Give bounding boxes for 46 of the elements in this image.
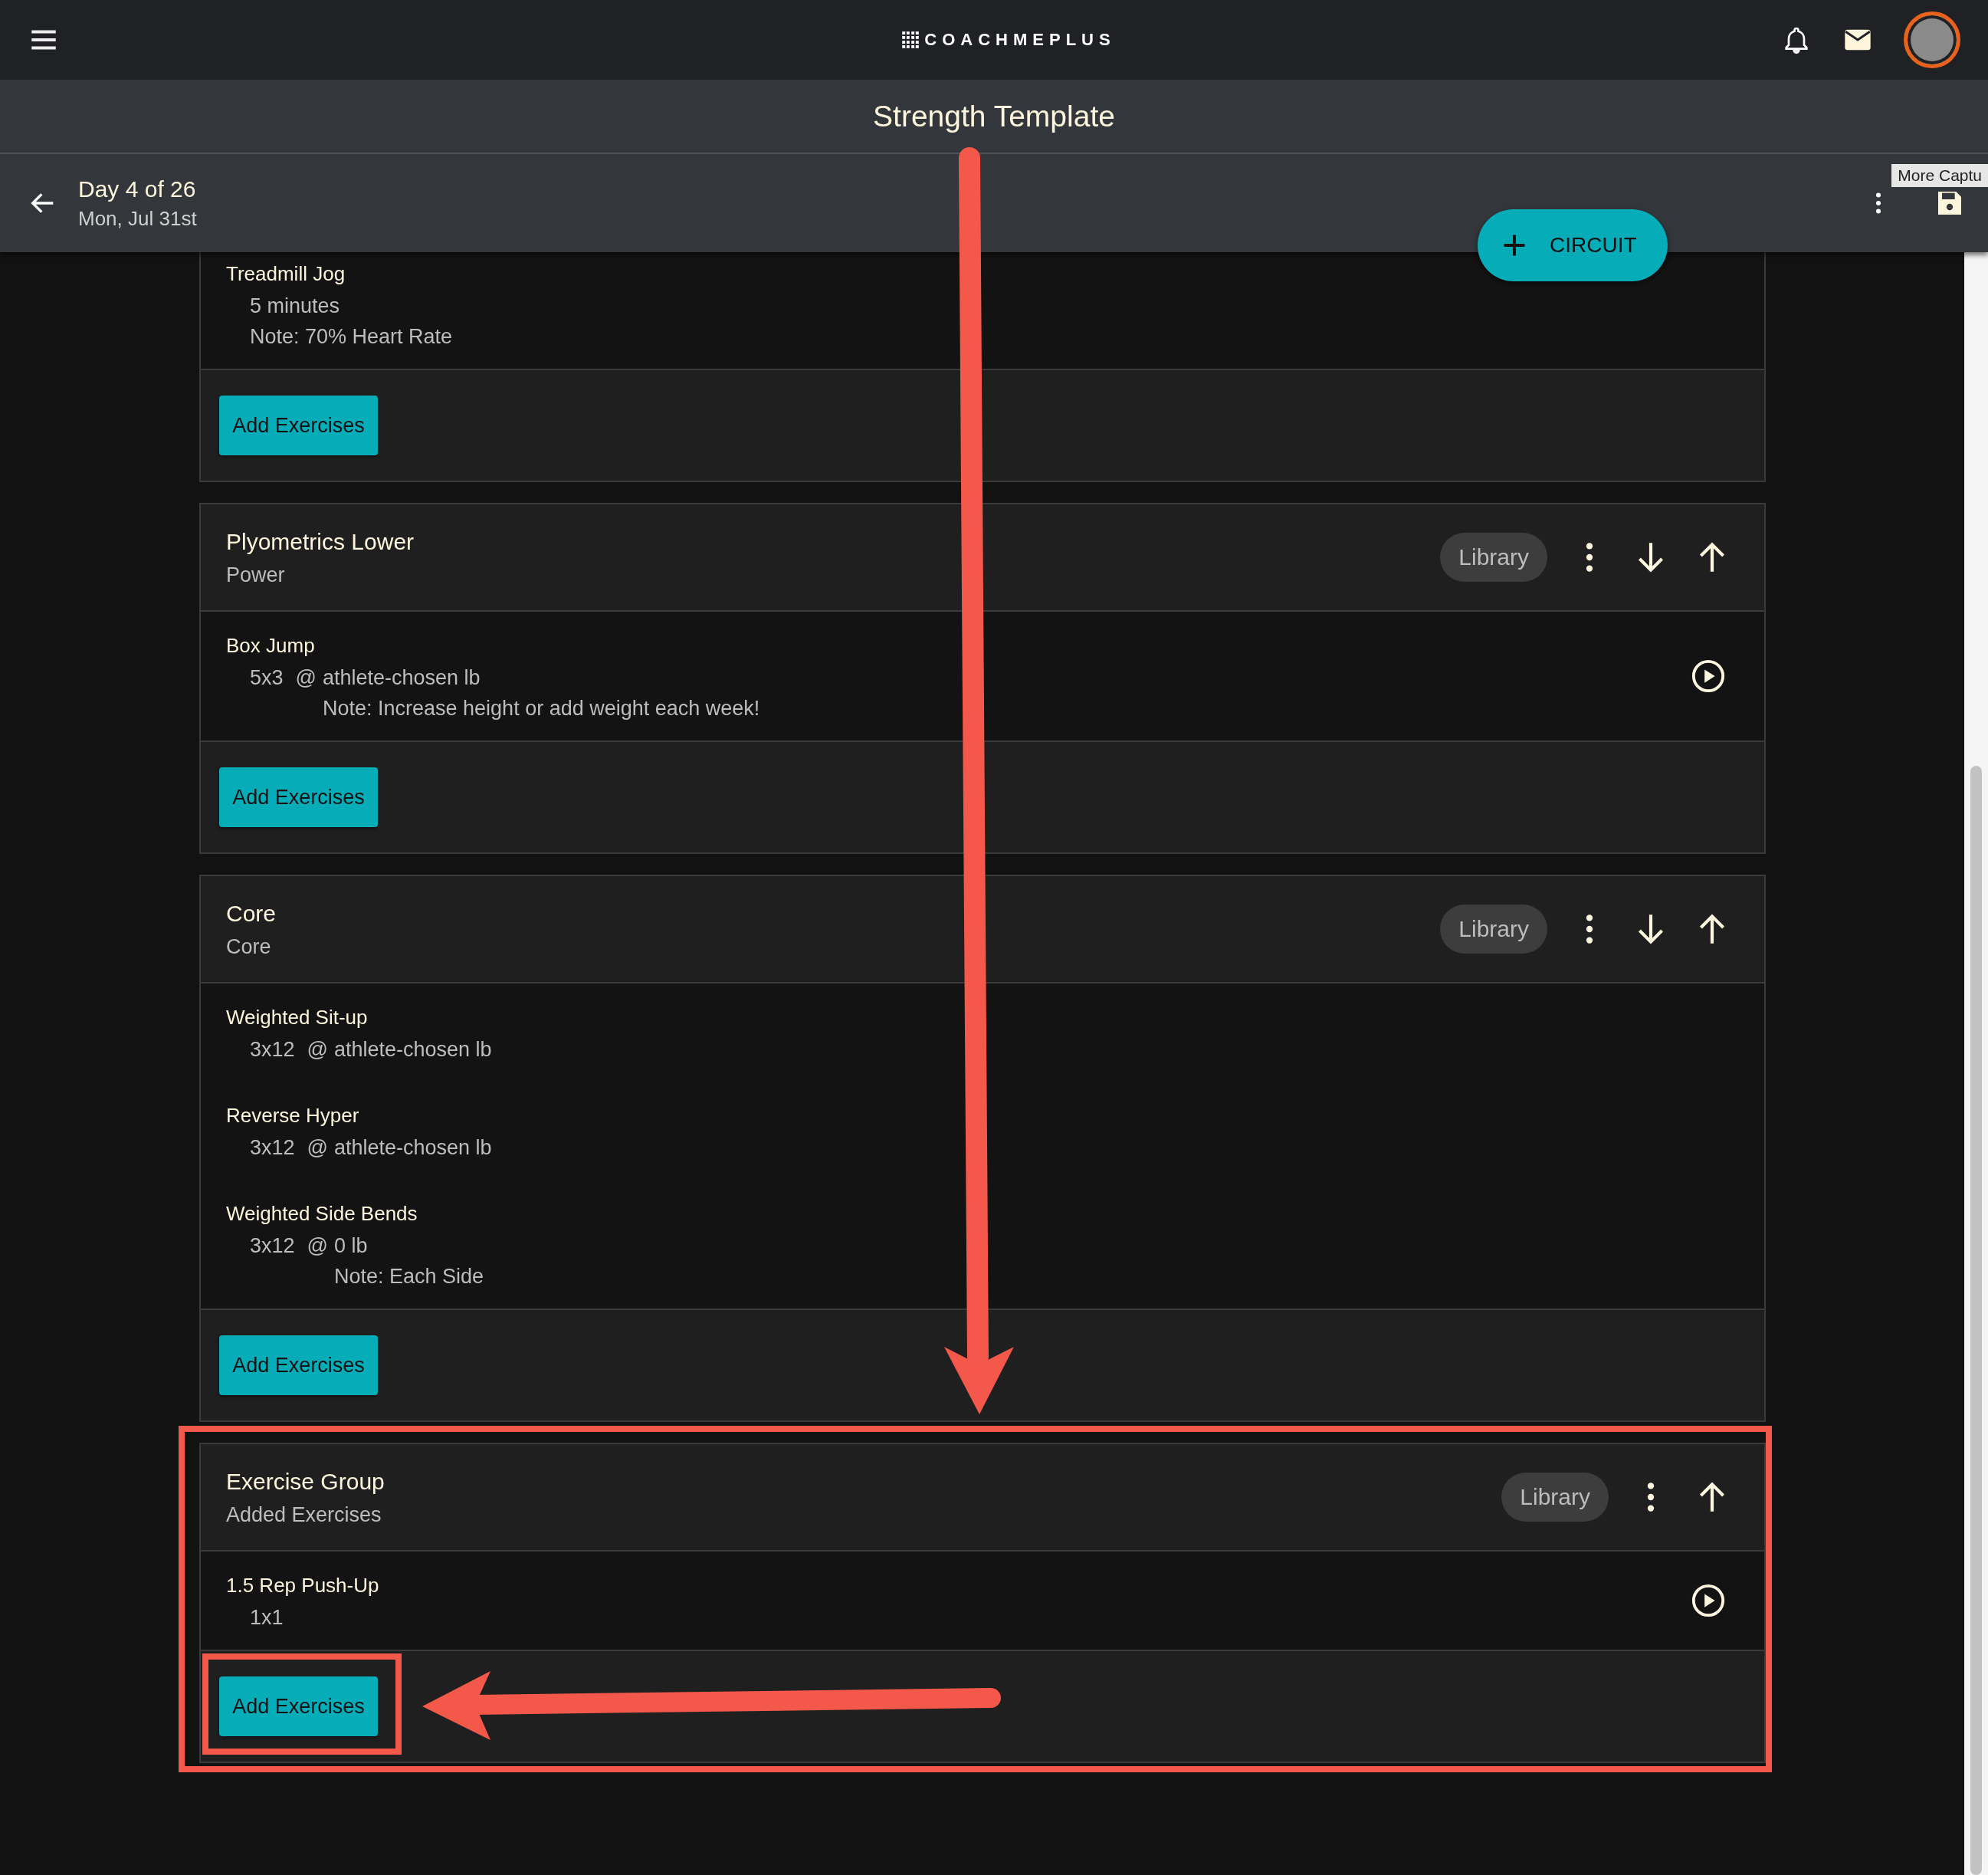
exercise-sets: 3x12 — [250, 1135, 295, 1161]
add-exercises-button[interactable]: Add Exercises — [219, 1676, 378, 1736]
exercise-name: Reverse Hyper — [226, 1103, 360, 1128]
date-label: Mon, Jul 31st — [78, 206, 197, 232]
page-title: Strength Template — [873, 99, 1115, 133]
play-icon[interactable] — [1691, 658, 1726, 694]
exercise-name: Weighted Side Bends — [226, 1201, 418, 1226]
group-subtitle: Added Exercises — [226, 1502, 382, 1528]
group-title: Exercise Group — [226, 1468, 385, 1496]
exercise-sets: 1x1 — [250, 1605, 284, 1630]
exercise-sets: 5 minutes — [250, 294, 340, 319]
exercise-note: Note: 70% Heart Rate — [250, 324, 453, 350]
exercise-sets: 3x12 — [250, 1233, 295, 1259]
exercise-load: athlete-chosen lb — [322, 665, 481, 691]
play-icon[interactable] — [1691, 1583, 1726, 1618]
at-sign: @ — [307, 1135, 328, 1161]
exercise-name: Weighted Sit-up — [226, 1005, 369, 1030]
exercise-load: 0 lb — [334, 1233, 369, 1259]
add-exercises-button[interactable]: Add Exercises — [219, 1335, 378, 1395]
exercise-name: Box Jump — [226, 633, 316, 658]
add-exercises-button[interactable]: Add Exercises — [219, 396, 378, 455]
group-subtitle: Power — [226, 563, 286, 588]
day-label: Day 4 of 26 — [78, 176, 197, 203]
library-chip[interactable]: Library — [1440, 533, 1547, 582]
group-title: Core — [226, 900, 277, 928]
exercise-load: athlete-chosen lb — [334, 1037, 492, 1062]
logo-text: COACHMEPLUS — [924, 30, 1116, 50]
group-title: Plyometrics Lower — [226, 528, 415, 556]
exercise-note: Note: Increase height or add weight each week! — [322, 696, 760, 721]
exercise-name: Treadmill Jog — [226, 261, 346, 287]
exercise-load: athlete-chosen lb — [334, 1135, 492, 1161]
tooltip: More Captu — [1891, 164, 1988, 187]
library-chip[interactable]: Library — [1501, 1473, 1609, 1522]
at-sign: @ — [307, 1037, 328, 1062]
logo-icon — [901, 31, 920, 49]
scrollbar[interactable] — [1964, 252, 1988, 1875]
exercise-name: 1.5 Rep Push-Up — [226, 1573, 379, 1598]
circuit-button[interactable]: CIRCUIT — [1478, 209, 1668, 281]
exercise-note: Note: Each Side — [334, 1264, 484, 1289]
at-sign: @ — [307, 1233, 328, 1259]
exercise-sets: 3x12 — [250, 1037, 295, 1062]
exercise-sets: 5x3 — [250, 665, 284, 691]
library-chip[interactable]: Library — [1440, 905, 1547, 954]
group-subtitle: Core — [226, 934, 272, 960]
at-sign: @ — [295, 665, 317, 691]
add-exercises-button[interactable]: Add Exercises — [219, 767, 378, 827]
